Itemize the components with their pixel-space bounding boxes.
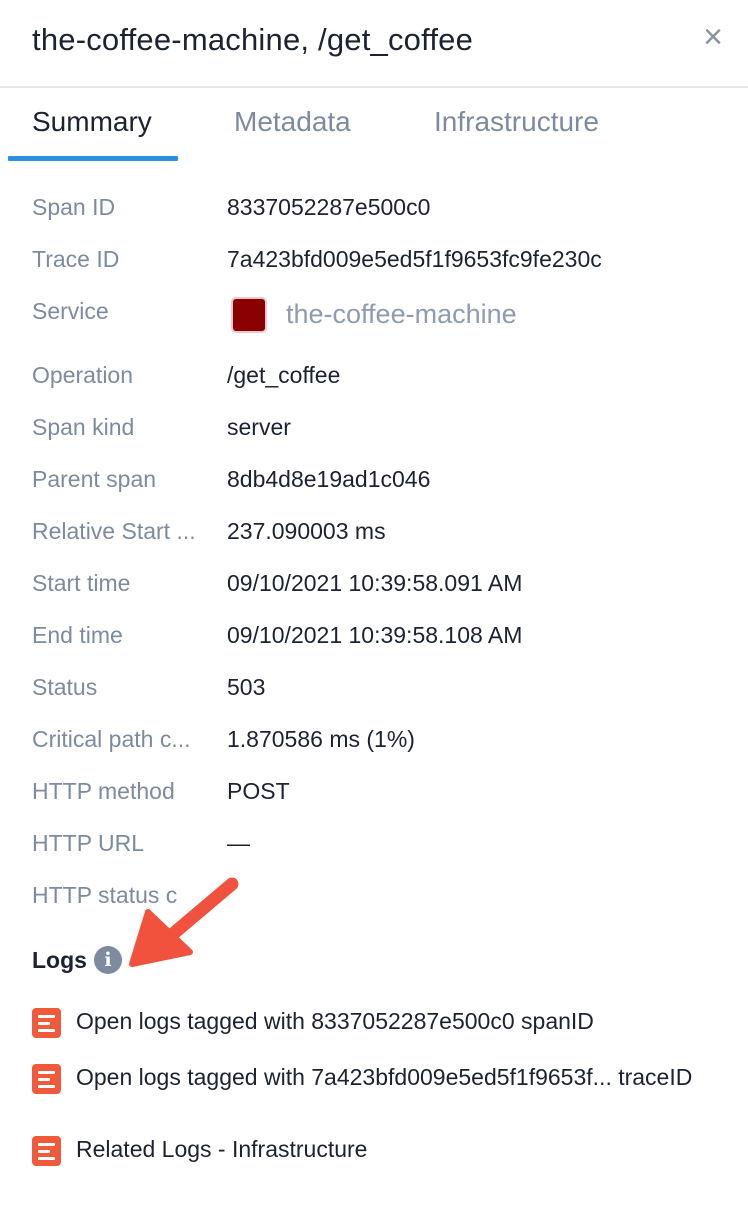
panel-title: the-coffee-machine, /get_coffee	[32, 22, 474, 57]
span-kind-value: server	[227, 414, 291, 440]
row-critical-path: Critical path c... 1.870586 ms (1%)	[0, 726, 748, 766]
tab-bar: Summary Metadata Infrastructure	[0, 90, 748, 162]
row-end-time: End time 09/10/2021 10:39:58.108 AM	[0, 622, 748, 662]
status-value: 503	[227, 674, 266, 700]
parent-span-value: 8db4d8e19ad1c046	[227, 466, 431, 492]
row-service: Service the-coffee-machine	[0, 298, 748, 352]
log-document-icon	[32, 1008, 61, 1038]
row-start-time: Start time 09/10/2021 10:39:58.091 AM	[0, 570, 748, 610]
end-time-value: 09/10/2021 10:39:58.108 AM	[227, 622, 523, 648]
critical-path-value: 1.870586 ms (1%)	[227, 726, 415, 752]
start-time-value: 09/10/2021 10:39:58.091 AM	[227, 570, 523, 596]
row-span-kind: Span kind server	[0, 414, 748, 454]
log-link-label: Open logs tagged with 7a423bfd009e5ed5f1…	[76, 1064, 693, 1090]
close-icon[interactable]: ×	[696, 20, 730, 54]
trace-id-label: Trace ID	[32, 246, 120, 272]
log-document-icon	[32, 1064, 61, 1094]
row-http-status: HTTP status c	[0, 882, 748, 922]
start-time-label: Start time	[32, 570, 131, 596]
row-operation: Operation /get_coffee	[0, 362, 748, 402]
http-method-value: POST	[227, 778, 290, 804]
tab-summary[interactable]: Summary	[32, 106, 152, 138]
logs-section-title: Logs	[32, 947, 87, 973]
panel-header: the-coffee-machine, /get_coffee ×	[0, 0, 748, 88]
relative-start-value: 237.090003 ms	[227, 518, 386, 544]
trace-id-value: 7a423bfd009e5ed5f1f9653fc9fe230c	[227, 246, 602, 272]
http-url-label: HTTP URL	[32, 830, 145, 856]
row-parent-span: Parent span 8db4d8e19ad1c046	[0, 466, 748, 506]
service-label: Service	[32, 298, 109, 324]
tab-metadata[interactable]: Metadata	[234, 106, 351, 138]
relative-start-label: Relative Start ...	[32, 518, 196, 544]
row-span-id: Span ID 8337052287e500c0	[0, 194, 748, 234]
log-document-icon	[32, 1136, 61, 1166]
row-status: Status 503	[0, 674, 748, 714]
active-tab-indicator	[8, 156, 178, 161]
open-logs-trace-link[interactable]: Open logs tagged with 7a423bfd009e5ed5f1…	[32, 1064, 748, 1098]
service-color-swatch	[233, 299, 265, 331]
open-logs-span-link[interactable]: Open logs tagged with 8337052287e500c0 s…	[32, 1008, 748, 1042]
row-trace-id: Trace ID 7a423bfd009e5ed5f1f9653fc9fe230…	[0, 246, 748, 286]
span-id-value: 8337052287e500c0	[227, 194, 431, 220]
http-method-label: HTTP method	[32, 778, 175, 804]
span-kind-label: Span kind	[32, 414, 135, 440]
row-http-url: HTTP URL —	[0, 830, 748, 870]
related-logs-infrastructure-link[interactable]: Related Logs - Infrastructure	[32, 1136, 748, 1170]
info-icon[interactable]: i	[94, 946, 122, 974]
service-link[interactable]: the-coffee-machine	[286, 299, 517, 330]
critical-path-label: Critical path c...	[32, 726, 191, 752]
operation-value: /get_coffee	[227, 362, 341, 388]
log-link-label: Related Logs - Infrastructure	[76, 1136, 368, 1162]
log-link-label: Open logs tagged with 8337052287e500c0 s…	[76, 1008, 594, 1034]
row-http-method: HTTP method POST	[0, 778, 748, 818]
status-label: Status	[32, 674, 98, 700]
tab-infrastructure[interactable]: Infrastructure	[434, 106, 599, 138]
span-id-label: Span ID	[32, 194, 116, 220]
annotation-arrow-icon	[129, 877, 239, 967]
end-time-label: End time	[32, 622, 123, 648]
http-url-value: —	[227, 830, 250, 856]
operation-label: Operation	[32, 362, 134, 388]
row-relative-start: Relative Start ... 237.090003 ms	[0, 518, 748, 558]
parent-span-label: Parent span	[32, 466, 157, 492]
